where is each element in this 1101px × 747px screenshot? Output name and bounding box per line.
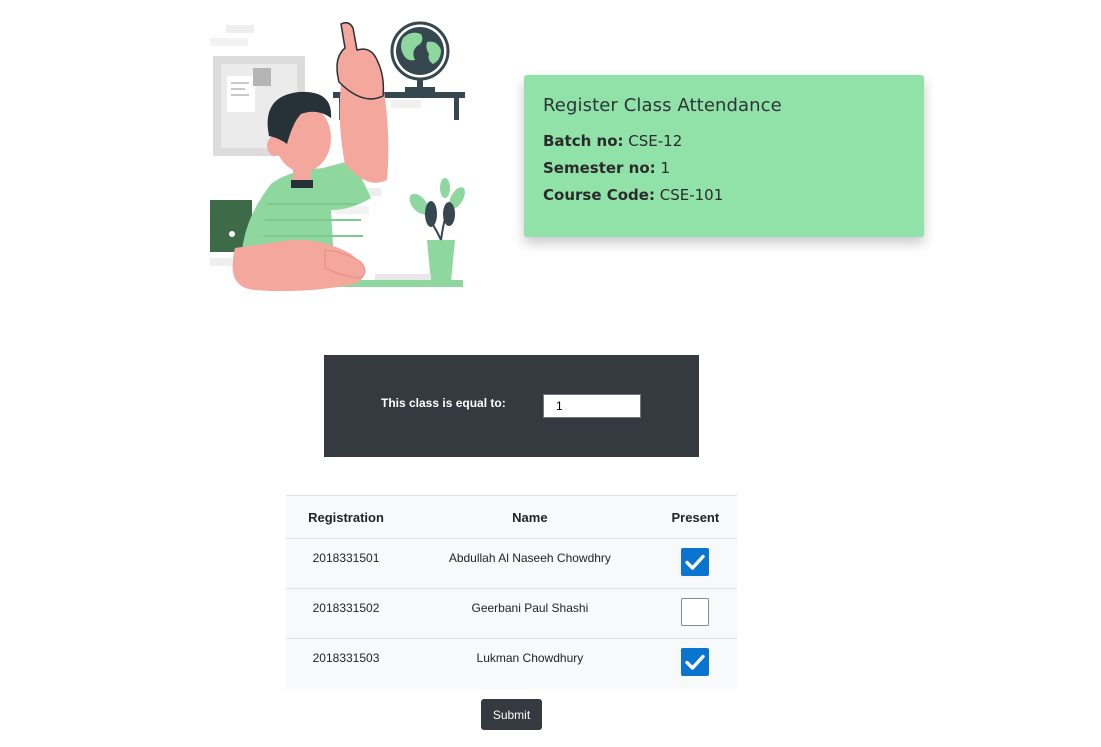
registration-cell: 2018331501 [286, 538, 407, 589]
class-equal-input[interactable] [543, 394, 641, 418]
batch-value: CSE-12 [628, 132, 683, 150]
course-value: CSE-101 [659, 186, 724, 204]
present-checkbox[interactable] [681, 548, 710, 576]
registration-cell: 2018331503 [312, 651, 380, 665]
batch-label: Batch no: [543, 132, 624, 150]
checkmark-icon [685, 554, 706, 570]
class-equal-label: This class is equal to: [381, 396, 506, 410]
class-equal-panel: This class is equal to: [324, 355, 699, 457]
semester-value: 1 [660, 159, 670, 177]
name-cell: Lukman Chowdhury [476, 651, 584, 665]
checkmark-icon [685, 654, 706, 670]
present-checkbox[interactable] [681, 598, 710, 626]
table-row: 2018331503 Lukman Chowdhury [286, 639, 737, 689]
attendance-page: Register Class Attendance Batch no: CSE-… [0, 0, 1101, 747]
registration-cell: 2018331502 [286, 588, 407, 639]
attendance-table: Registration Name Present 2018331501 Abd… [286, 495, 737, 689]
semester-line: Semester no: 1 [543, 159, 905, 178]
batch-line: Batch no: CSE-12 [543, 132, 905, 151]
header-registration: Registration [286, 495, 407, 539]
table-header-row: Registration Name Present [286, 495, 737, 539]
submit-button[interactable]: Submit [481, 699, 542, 730]
table-row: 2018331502 Geerbani Paul Shashi [286, 588, 737, 639]
name-cell: Abdullah Al Naseeh Chowdhry [406, 538, 654, 589]
course-label: Course Code: [543, 186, 655, 204]
name-cell: Geerbani Paul Shashi [406, 588, 654, 639]
course-line: Course Code: CSE-101 [543, 186, 905, 205]
present-checkbox[interactable] [681, 648, 710, 676]
header-present: Present [653, 495, 737, 539]
card-title: Register Class Attendance [543, 95, 782, 116]
semester-label: Semester no: [543, 159, 656, 177]
table-row: 2018331501 Abdullah Al Naseeh Chowdhry [286, 538, 737, 589]
attendance-info-card: Register Class Attendance Batch no: CSE-… [524, 75, 924, 237]
header-name: Name [406, 495, 654, 539]
student-raising-hand-illustration [210, 21, 465, 292]
